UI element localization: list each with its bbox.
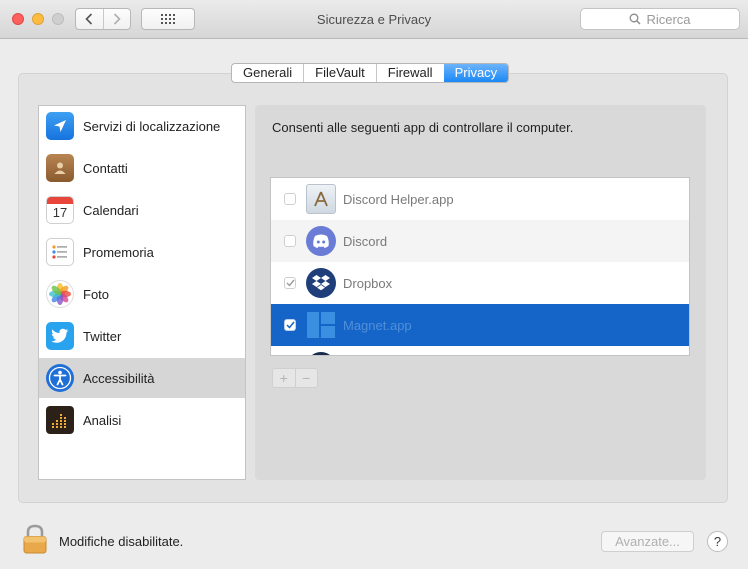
analytics-icon (46, 406, 74, 434)
app-name: Discord (343, 233, 388, 249)
checkbox-discord[interactable] (284, 235, 296, 247)
padlock-icon (23, 524, 47, 554)
list-item-partial (271, 346, 689, 355)
search-icon (630, 13, 641, 25)
photos-icon (46, 280, 74, 308)
list-item-dropbox[interactable]: Dropbox (271, 262, 689, 304)
add-remove-buttons: + − (272, 368, 318, 388)
tab-filevault[interactable]: FileVault (303, 64, 376, 82)
sidebar-item-label: Contatti (83, 160, 128, 176)
app-installer-icon (306, 184, 336, 214)
list-item-discord-helper[interactable]: Discord Helper.app (271, 178, 689, 220)
checkmark-icon (285, 321, 295, 329)
sidebar-item-contacts[interactable]: Contatti (39, 148, 245, 188)
sidebar-item-label: Foto (83, 286, 110, 302)
add-app-button[interactable]: + (273, 369, 295, 387)
calendar-icon: 17 (46, 196, 74, 224)
sidebar-item-label: Calendari (83, 202, 139, 218)
discord-icon (306, 226, 336, 256)
title-bar: Sicurezza e Privacy Ricerca (0, 0, 748, 39)
dropbox-icon (306, 268, 336, 298)
magnet-icon (306, 310, 336, 340)
search-field[interactable]: Ricerca (580, 8, 740, 30)
reminders-icon (46, 238, 74, 266)
sidebar-item-twitter[interactable]: Twitter (39, 316, 245, 356)
checkmark-icon (286, 279, 295, 287)
checkbox-discord-helper[interactable] (284, 193, 296, 205)
app-name: Discord Helper.app (343, 191, 454, 207)
twitter-icon (46, 322, 74, 350)
tab-generali[interactable]: Generali (232, 64, 303, 82)
sidebar-item-calendars[interactable]: 17 Calendari (39, 190, 245, 230)
sidebar-item-label: Accessibilità (83, 370, 155, 386)
location-arrow-icon (46, 112, 74, 140)
privacy-category-list: Servizi di localizzazione Contatti 17 Ca… (38, 105, 246, 480)
list-item-magnet[interactable]: Magnet.app (271, 304, 689, 346)
advanced-button[interactable]: Avanzate... (601, 531, 694, 552)
allowed-apps-list[interactable]: Discord Helper.app Discord Dropbox Magne… (270, 177, 690, 356)
panel-instruction: Consenti alle seguenti app di controllar… (272, 120, 574, 135)
remove-app-button[interactable]: − (294, 369, 318, 387)
app-name: Dropbox (343, 275, 393, 291)
lock-status-text: Modifiche disabilitate. (59, 534, 184, 549)
help-button[interactable]: ? (707, 531, 728, 552)
sidebar-item-reminders[interactable]: Promemoria (39, 232, 245, 272)
search-placeholder: Ricerca (646, 11, 691, 27)
accessibility-icon (46, 364, 74, 392)
sidebar-item-label: Analisi (83, 412, 122, 428)
app-name: Magnet.app (343, 317, 412, 333)
list-item-discord[interactable]: Discord (271, 220, 689, 262)
contacts-icon (46, 154, 74, 182)
tab-bar: Generali FileVault Firewall Privacy (231, 63, 510, 83)
lock-button[interactable] (23, 524, 47, 557)
app-icon-partial (306, 352, 336, 355)
checkbox-dropbox[interactable] (284, 277, 296, 289)
sidebar-item-photos[interactable]: Foto (39, 274, 245, 314)
checkbox-magnet[interactable] (284, 319, 296, 331)
sidebar-item-label: Servizi di localizzazione (83, 118, 221, 134)
sidebar-item-analytics[interactable]: Analisi (39, 400, 245, 440)
sidebar-item-location-services[interactable]: Servizi di localizzazione (39, 106, 245, 146)
sidebar-item-label: Promemoria (83, 244, 154, 260)
sidebar-item-label: Twitter (83, 328, 122, 344)
tab-firewall[interactable]: Firewall (375, 64, 444, 82)
tab-privacy[interactable]: Privacy (443, 64, 509, 82)
sidebar-item-accessibility[interactable]: Accessibilità (39, 358, 245, 398)
